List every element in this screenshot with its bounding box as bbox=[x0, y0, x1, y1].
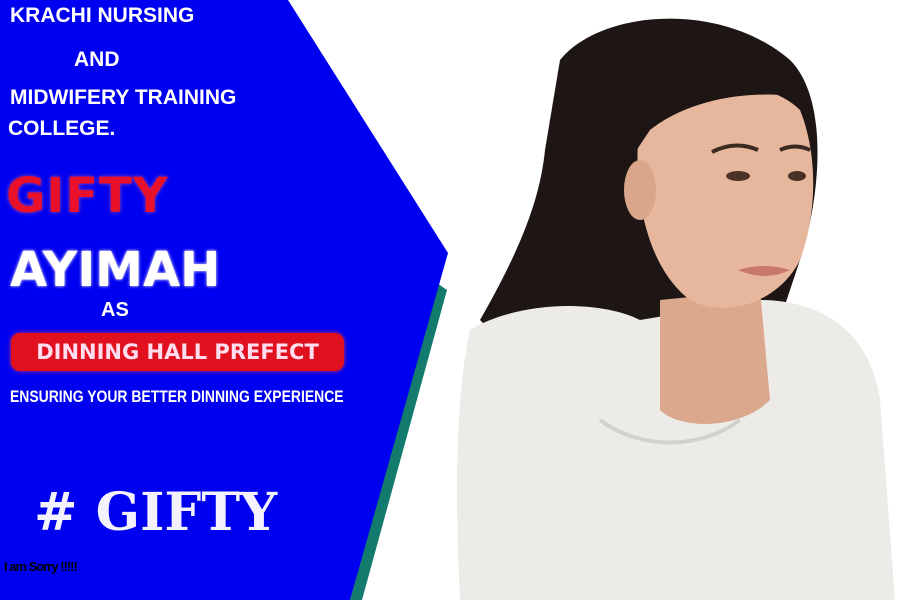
candidate-last-name: AYIMAH bbox=[10, 242, 221, 298]
position-title: DINNING HALL PREFECT bbox=[36, 340, 319, 364]
footnote: I am Sorry !!!!! bbox=[4, 559, 78, 574]
as-label: AS bbox=[101, 299, 129, 321]
college-name-line-3: MIDWIFERY TRAINING bbox=[10, 86, 237, 109]
hashtag: # GIFTY bbox=[34, 482, 278, 543]
college-name-line-1: KRACHI NURSING bbox=[10, 4, 195, 27]
college-name-line-4: COLLEGE. bbox=[8, 117, 116, 140]
position-badge: DINNING HALL PREFECT bbox=[11, 333, 344, 371]
tagline: ENSURING YOUR BETTER DINNING EXPERIENCE bbox=[10, 387, 344, 406]
woman-portrait-image bbox=[457, 18, 895, 600]
college-name-line-2: AND bbox=[74, 48, 120, 71]
candidate-first-name: GIFTY bbox=[6, 168, 169, 224]
